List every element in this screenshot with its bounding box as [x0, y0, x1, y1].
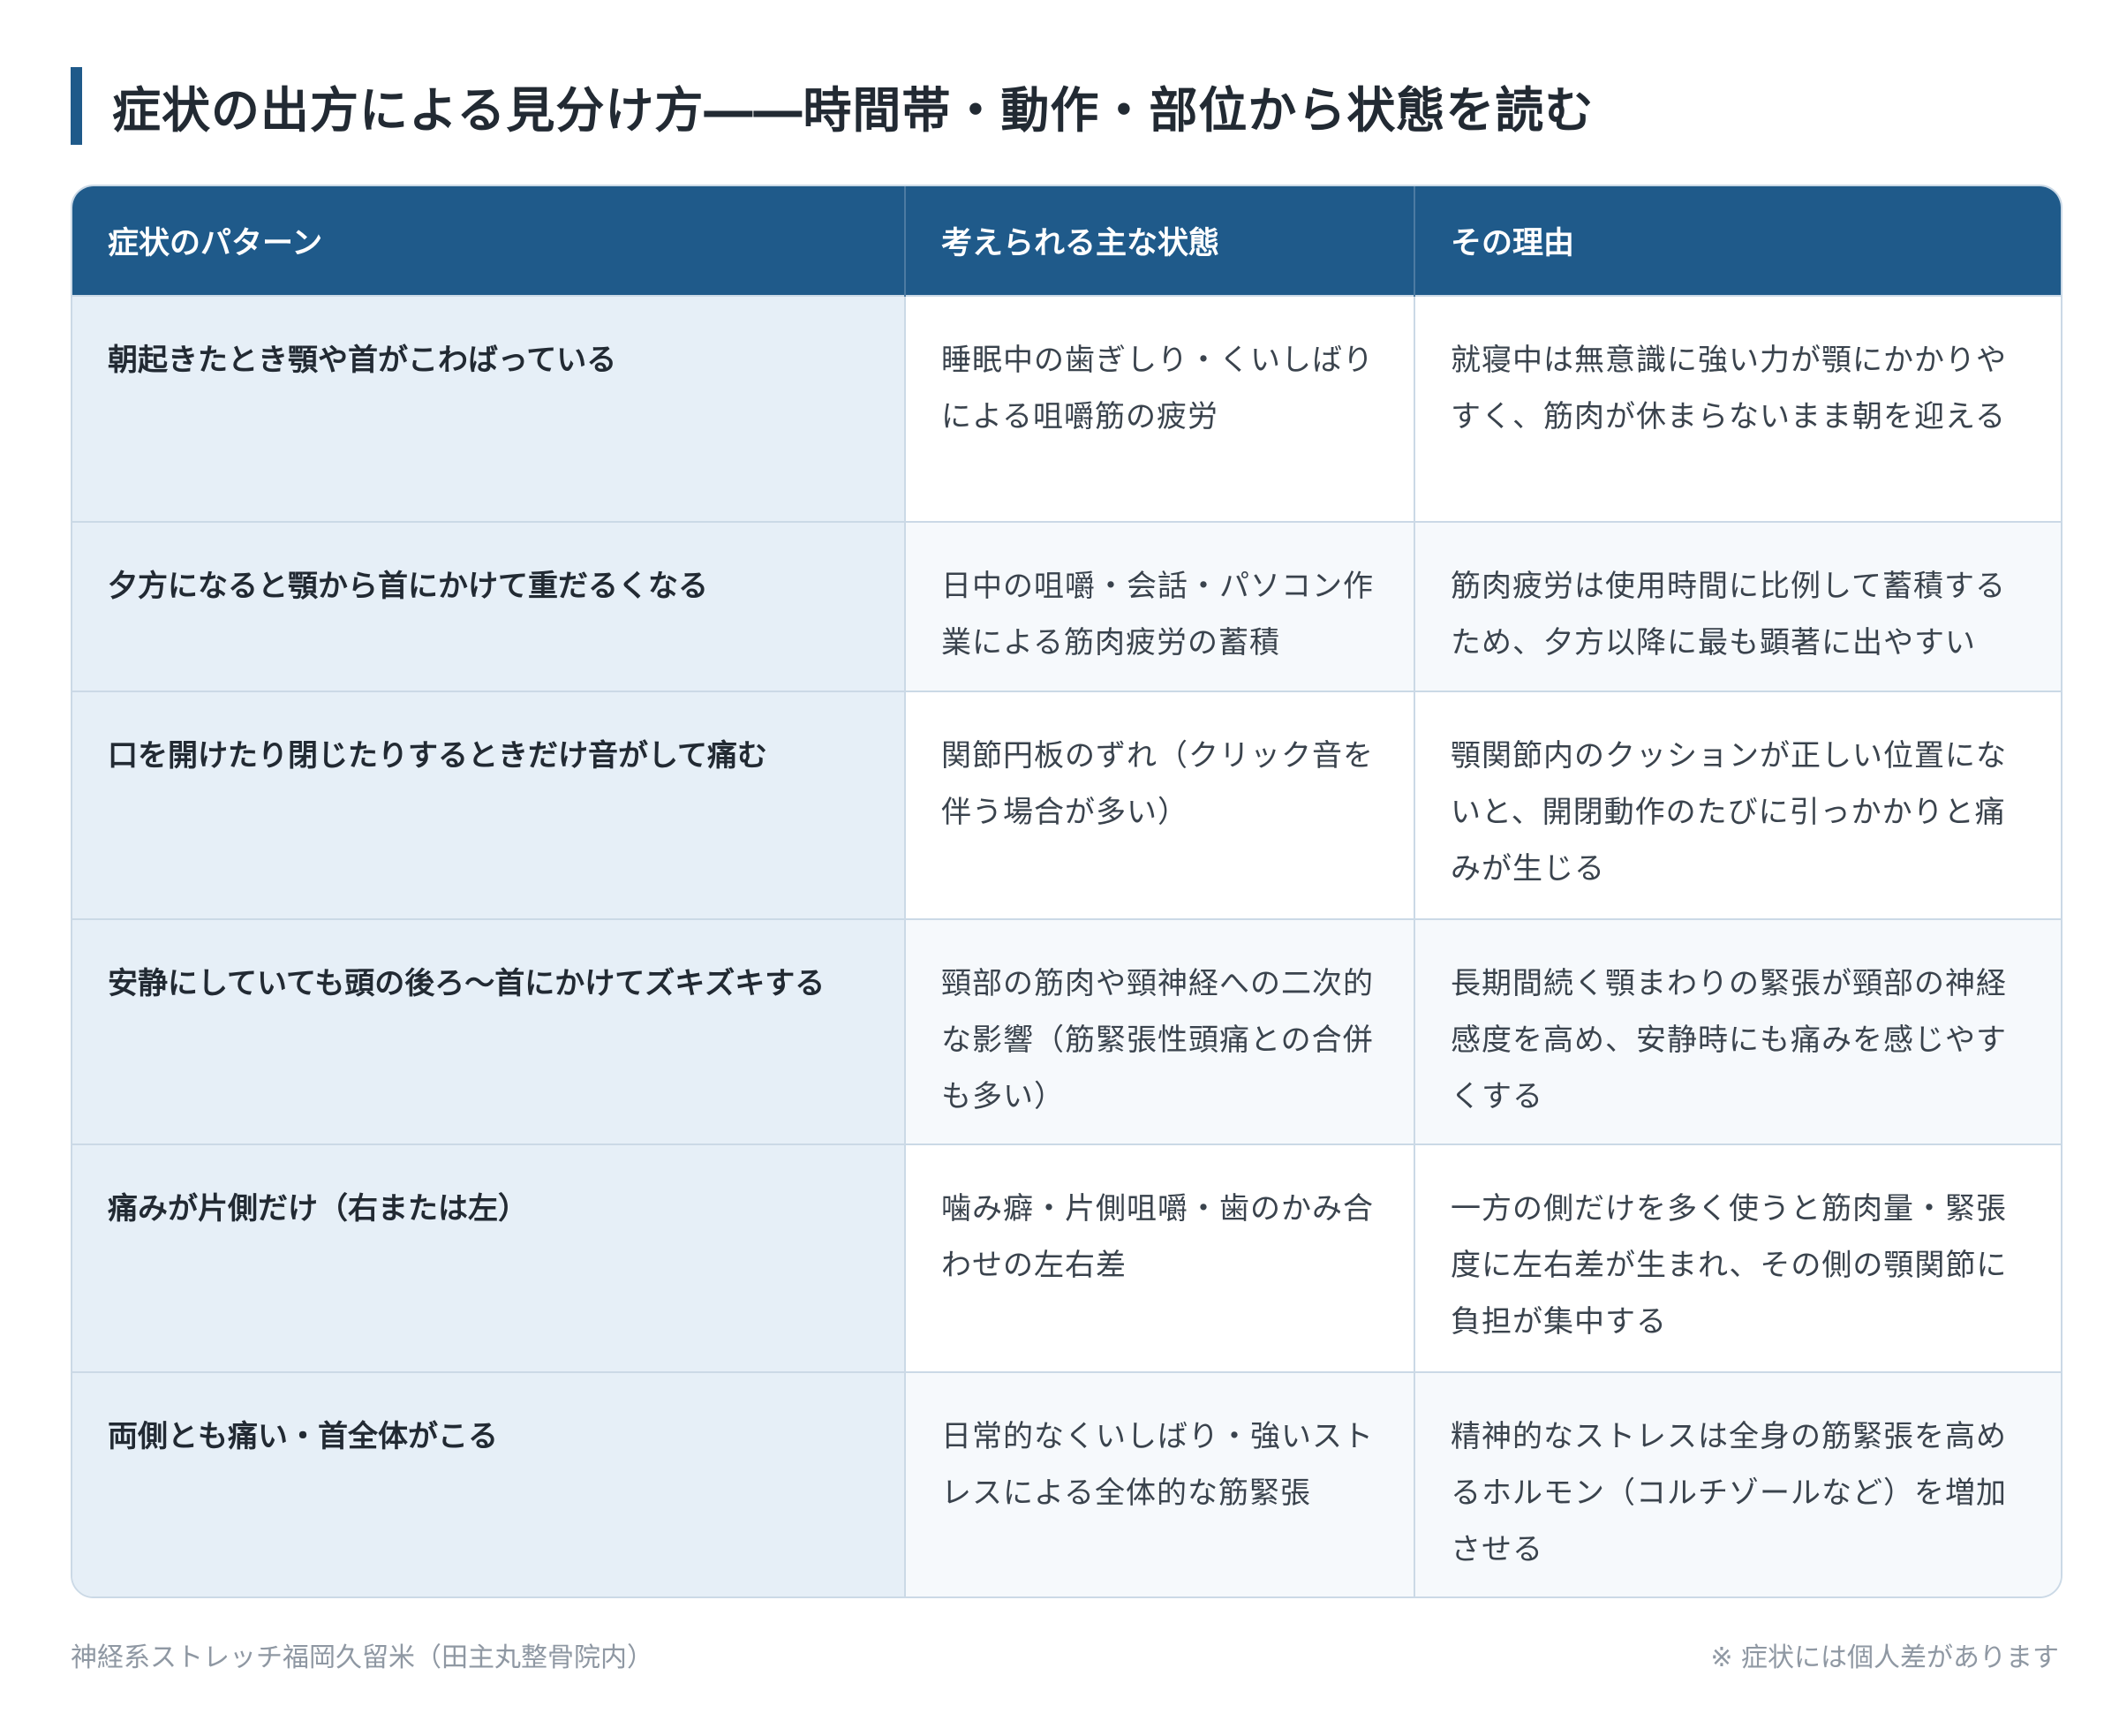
symptom-table: 症状のパターン 考えられる主な状態 その理由 朝起きたとき顎や首がこわばっている… [71, 185, 2062, 1598]
header-state: 考えられる主な状態 [904, 186, 1414, 296]
cell-reason: 長期間続く顎まわりの緊張が頸部の神経感度を高め、安静時にも痛みを感じやすくする [1414, 918, 2061, 1144]
table-row: 両側とも痛い・首全体がこる 日常的なくいしばり・強いストレスによる全体的な筋緊張… [72, 1371, 2061, 1596]
cell-state: 日常的なくいしばり・強いストレスによる全体的な筋緊張 [904, 1371, 1414, 1596]
cell-pattern: 口を開けたり閉じたりするときだけ音がして痛む [72, 691, 905, 919]
table-row: 朝起きたとき顎や首がこわばっている 睡眠中の歯ぎしり・くいしばりによる咀嚼筋の疲… [72, 295, 2061, 522]
cell-state: 関節円板のずれ（クリック音を伴う場合が多い） [904, 691, 1414, 919]
cell-pattern: 朝起きたとき顎や首がこわばっている [72, 295, 905, 522]
cell-state: 睡眠中の歯ぎしり・くいしばりによる咀嚼筋の疲労 [904, 295, 1414, 522]
header-pattern: 症状のパターン [72, 186, 905, 296]
cell-reason: 筋肉疲労は使用時間に比例して蓄積するため、夕方以降に最も顕著に出やすい [1414, 521, 2061, 691]
cell-reason: 就寝中は無意識に強い力が顎にかかりやすく、筋肉が休まらないまま朝を迎える [1414, 295, 2061, 522]
cell-pattern: 夕方になると顎から首にかけて重だるくなる [72, 521, 905, 691]
table-row: 痛みが片側だけ（右または左） 噛み癖・片側咀嚼・歯のかみ合わせの左右差 一方の側… [72, 1143, 2061, 1372]
footer-source: 神経系ストレッチ福岡久留米（田主丸整骨院内） [71, 1642, 653, 1673]
footer-note: ※ 症状には個人差があります [1710, 1642, 2059, 1673]
cell-state: 頸部の筋肉や頸神経への二次的な影響（筋緊張性頭痛との合併も多い） [904, 918, 1414, 1144]
table-row: 夕方になると顎から首にかけて重だるくなる 日中の咀嚼・会話・パソコン作業による筋… [72, 521, 2061, 691]
table-header-row: 症状のパターン 考えられる主な状態 その理由 [72, 186, 2061, 296]
cell-pattern: 安静にしていても頭の後ろ〜首にかけてズキズキする [72, 918, 905, 1144]
cell-state: 日中の咀嚼・会話・パソコン作業による筋肉疲労の蓄積 [904, 521, 1414, 691]
cell-pattern: 痛みが片側だけ（右または左） [72, 1143, 905, 1372]
table-row: 安静にしていても頭の後ろ〜首にかけてズキズキする 頸部の筋肉や頸神経への二次的な… [72, 918, 2061, 1144]
table-row: 口を開けたり閉じたりするときだけ音がして痛む 関節円板のずれ（クリック音を伴う場… [72, 691, 2061, 919]
cell-reason: 顎関節内のクッションが正しい位置にないと、開閉動作のたびに引っかかりと痛みが生じ… [1414, 691, 2061, 919]
cell-reason: 精神的なストレスは全身の筋緊張を高めるホルモン（コルチゾールなど）を増加させる [1414, 1371, 2061, 1596]
cell-pattern: 両側とも痛い・首全体がこる [72, 1371, 905, 1596]
cell-reason: 一方の側だけを多く使うと筋肉量・緊張度に左右差が生まれ、その側の顎関節に負担が集… [1414, 1143, 2061, 1372]
title-block: 症状の出方による見分け方――時間帯・動作・部位から状態を読む [71, 67, 1594, 145]
title-accent-bar [71, 67, 82, 145]
header-reason: その理由 [1414, 186, 2061, 296]
cell-state: 噛み癖・片側咀嚼・歯のかみ合わせの左右差 [904, 1143, 1414, 1372]
page-title: 症状の出方による見分け方――時間帯・動作・部位から状態を読む [112, 82, 1595, 139]
